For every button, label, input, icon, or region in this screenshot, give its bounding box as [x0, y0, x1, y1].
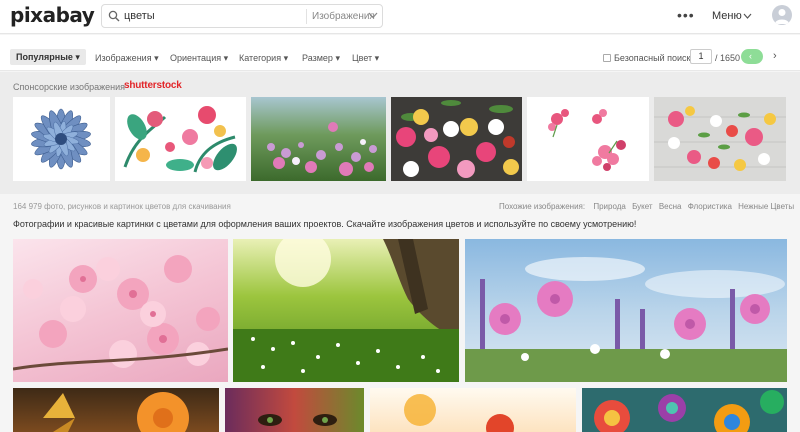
sponsored-image-tropical-flowers[interactable]	[115, 97, 246, 181]
gallery-image-cherry-blossom[interactable]	[13, 239, 228, 382]
chevron-left-icon: ‹	[749, 51, 752, 61]
filter-bar: Популярные ▾ Изображения ▾ Ориентация ▾ …	[0, 35, 800, 71]
related-tag[interactable]: Флористика	[688, 202, 732, 211]
menu-button[interactable]: Меню	[712, 9, 742, 23]
gallery-image-painted-face[interactable]	[225, 388, 364, 432]
related-tag[interactable]: Букет	[632, 202, 653, 211]
sponsored-image-pink-flowers-white[interactable]	[527, 97, 649, 181]
safe-search-toggle[interactable]: Безопасный поиск	[603, 52, 690, 64]
chevron-down-icon[interactable]	[368, 12, 378, 19]
filter-category[interactable]: Категория ▾	[239, 52, 288, 64]
safe-search-checkbox[interactable]	[603, 54, 611, 62]
sponsored-image-flowers-wood[interactable]	[654, 97, 786, 181]
sort-popular-label: Популярные	[16, 52, 73, 62]
gallery-image-butterfly-orange[interactable]	[13, 388, 219, 432]
shutterstock-logo[interactable]: shutterstock	[124, 80, 182, 92]
sort-popular-button[interactable]: Популярные ▾	[10, 49, 86, 65]
filter-size[interactable]: Размер ▾	[302, 52, 340, 64]
search-divider	[306, 9, 307, 24]
gallery-image-meadow-wildflowers[interactable]	[465, 239, 787, 382]
sponsored-label: Спонсорские изображения	[13, 82, 126, 92]
sponsored-image-blue-flower[interactable]	[13, 97, 110, 181]
gallery-image-forest-daisies[interactable]	[233, 239, 459, 382]
search-box[interactable]: цветы Изображения	[101, 4, 383, 28]
filter-orientation[interactable]: Ориентация ▾	[170, 52, 228, 64]
top-header: pixabay цветы Изображения ••• Меню	[0, 0, 800, 34]
page-number-input[interactable]: 1	[690, 49, 712, 64]
related-label: Похожие изображения:	[499, 202, 586, 211]
related-tag[interactable]: Весна	[659, 202, 682, 211]
search-icon	[108, 10, 120, 22]
results-count: 164 979 фото, рисунков и картинок цветов…	[13, 202, 231, 211]
search-type-select[interactable]: Изображения	[312, 10, 375, 23]
related-tags: Похожие изображения: Природа Букет Весна…	[499, 202, 794, 212]
sponsored-image-flower-arrangement[interactable]	[391, 97, 522, 181]
related-tag[interactable]: Природа	[593, 202, 626, 211]
next-page-button[interactable]: ›	[773, 50, 777, 62]
related-tag[interactable]: Нежные Цветы	[738, 202, 794, 211]
sponsored-image-cosmos-field[interactable]	[251, 97, 386, 181]
chevron-down-icon[interactable]	[743, 13, 752, 19]
gallery-image-poppy-sun[interactable]	[370, 388, 576, 432]
search-input[interactable]: цветы	[124, 9, 155, 23]
pixabay-logo[interactable]: pixabay	[10, 4, 95, 26]
more-options-button[interactable]: •••	[677, 8, 695, 22]
filter-color[interactable]: Цвет ▾	[352, 52, 379, 64]
user-avatar-icon[interactable]	[772, 5, 792, 25]
gallery-image-mandala-art[interactable]	[582, 388, 787, 432]
filter-images[interactable]: Изображения ▾	[95, 52, 159, 64]
prev-page-button[interactable]: ‹	[741, 49, 763, 64]
page-description: Фотографии и красивые картинки с цветами…	[13, 219, 637, 229]
page-total: / 1650	[715, 53, 741, 63]
